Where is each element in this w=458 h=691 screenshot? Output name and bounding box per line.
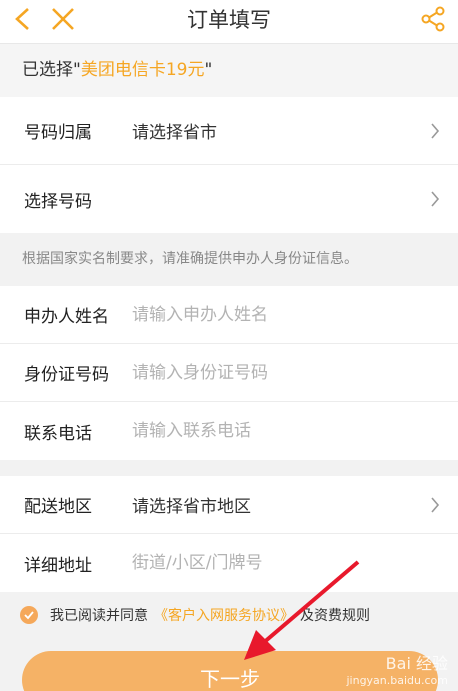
watermark-url: jingyan.baidu.com	[346, 674, 448, 687]
divider	[0, 460, 458, 476]
delivery-region-row[interactable]: 配送地区 请选择省市地区	[0, 476, 458, 534]
select-number-row[interactable]: 选择号码	[0, 165, 458, 233]
chevron-right-icon	[430, 496, 440, 518]
phone-input[interactable]	[132, 421, 412, 441]
agree-checkbox[interactable]	[20, 606, 38, 624]
applicant-name-row: 申办人姓名	[0, 286, 458, 344]
header: 订单填写	[0, 0, 458, 44]
share-icon[interactable]	[418, 4, 448, 38]
watermark: Bai 经验 jingyan.baidu.com	[346, 650, 448, 687]
id-number-row: 身份证号码	[0, 344, 458, 402]
agreement-row: 我已阅读并同意 《客户入网服务协议》 及资费规则	[0, 592, 458, 638]
selected-product: 已选择"美团电信卡19元"	[0, 44, 458, 97]
number-location-value: 请选择省市	[132, 123, 217, 143]
applicant-name-input[interactable]	[132, 304, 412, 325]
number-group: 号码归属 请选择省市 选择号码	[0, 97, 458, 233]
delivery-group: 配送地区 请选择省市地区 详细地址	[0, 476, 458, 592]
applicant-group: 申办人姓名 身份证号码 联系电话	[0, 286, 458, 460]
page-title: 订单填写	[187, 8, 271, 32]
number-location-row[interactable]: 号码归属 请选择省市	[0, 97, 458, 165]
phone-row: 联系电话	[0, 402, 458, 460]
check-icon	[24, 611, 34, 620]
chevron-right-icon	[430, 122, 440, 144]
realname-notice: 根据国家实名制要求，请准确提供申办人身份证信息。	[0, 233, 458, 286]
selected-product-name: 美团电信卡19元	[80, 60, 205, 80]
chevron-right-icon	[430, 190, 440, 212]
address-row: 详细地址	[0, 534, 458, 592]
delivery-region-value: 请选择省市地区	[132, 497, 251, 517]
id-number-input[interactable]	[132, 362, 412, 383]
watermark-brand: Bai 经验	[385, 654, 448, 673]
